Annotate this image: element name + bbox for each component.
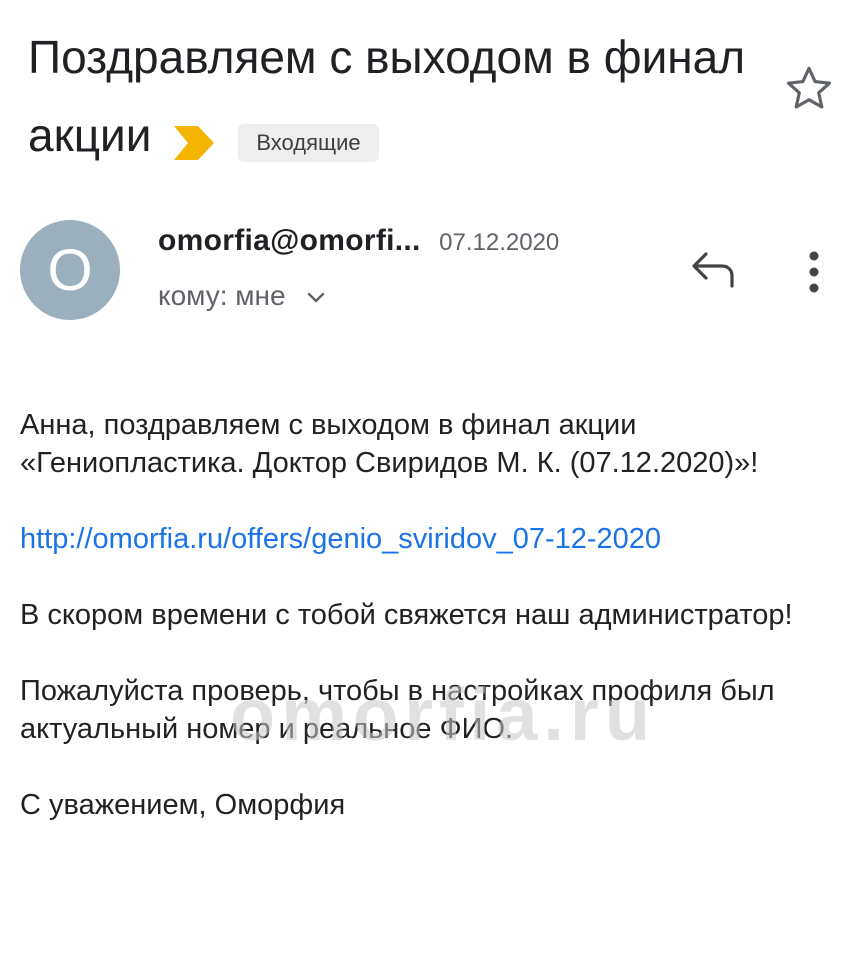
chevron-down-icon <box>308 292 325 302</box>
offer-link[interactable]: http://omorfia.ru/offers/genio_sviridov_… <box>20 523 661 555</box>
email-date: 07.12.2020 <box>439 229 560 256</box>
email-body: Анна, поздравляем с выходом в финал акци… <box>20 406 820 862</box>
sender-line: omorfia@omorfi... 07.12.2020 <box>158 224 559 258</box>
recipient-label: кому: мне <box>158 280 286 311</box>
contact-paragraph: В скором времени с тобой свяжется наш ад… <box>20 599 793 631</box>
profile-paragraph: Пожалуйста проверь, чтобы в настройках п… <box>20 675 775 745</box>
folder-badge[interactable]: Входящие <box>238 123 379 162</box>
subject-row: Поздравляем с выходом в финал акции Вход… <box>28 18 748 174</box>
recipient-toggle[interactable]: кому: мне <box>158 280 325 312</box>
sender-avatar[interactable]: O <box>20 220 120 320</box>
greeting-paragraph: Анна, поздравляем с выходом в финал акци… <box>20 409 759 479</box>
signature: С уважением, Оморфия <box>20 789 346 821</box>
more-vert-icon[interactable] <box>800 248 828 296</box>
avatar-letter: O <box>47 237 93 303</box>
importance-marker-icon[interactable] <box>173 125 214 160</box>
email-subject: Поздравляем с выходом в финал акции <box>28 31 746 161</box>
star-icon[interactable] <box>782 62 836 116</box>
sender-name[interactable]: omorfia@omorfi... <box>158 224 421 257</box>
reply-icon[interactable] <box>688 248 740 292</box>
